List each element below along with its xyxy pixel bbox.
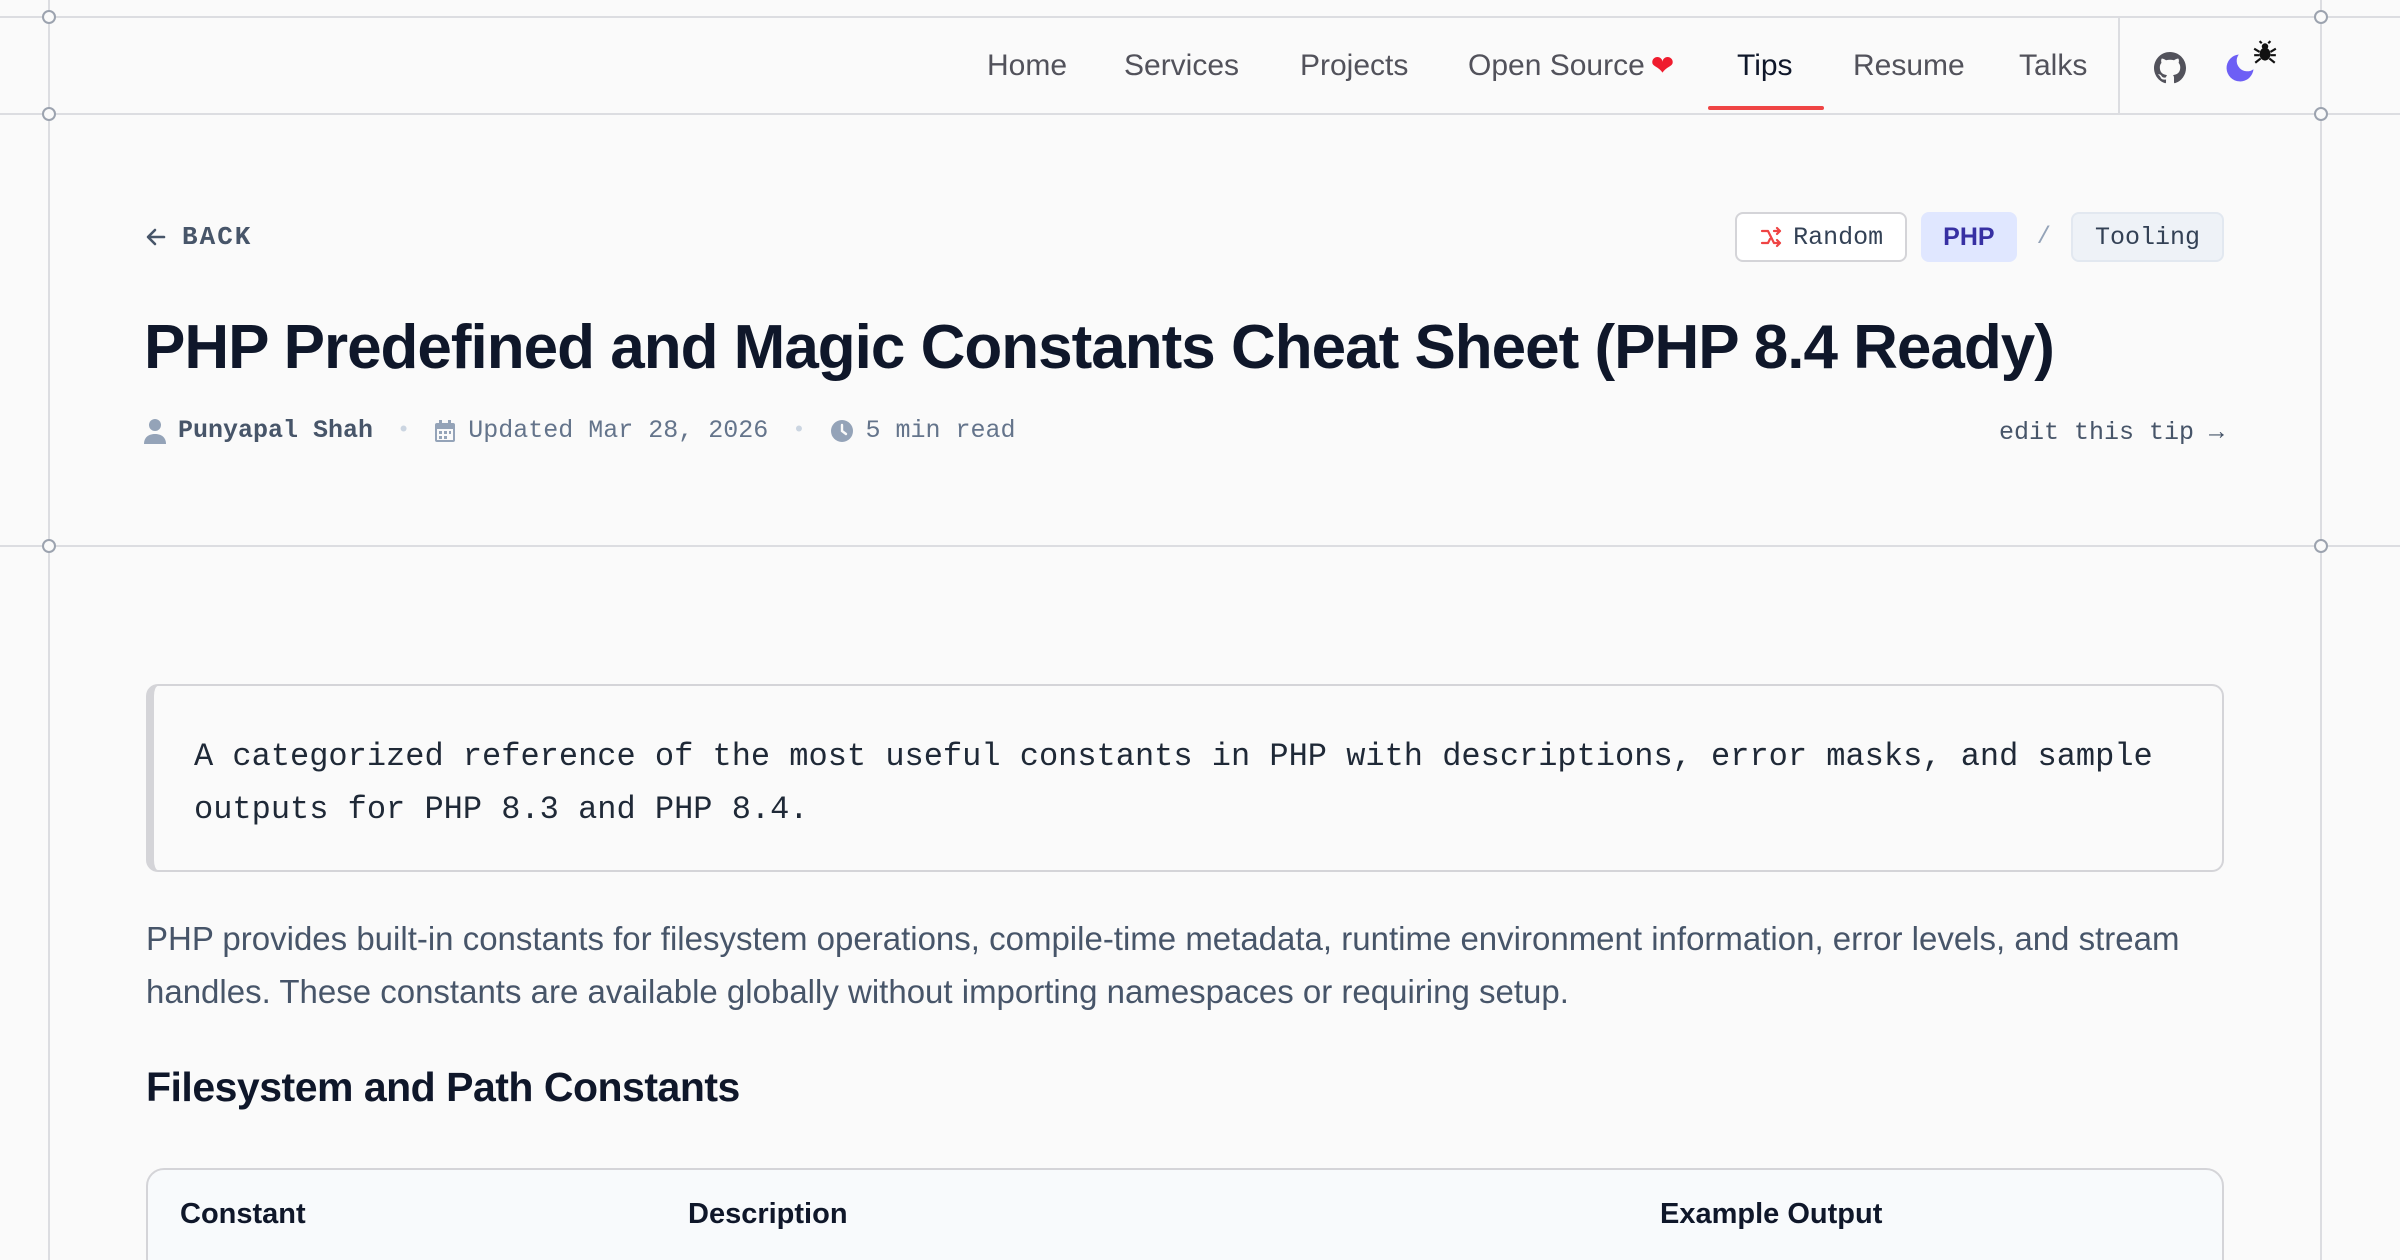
updated-date: Updated Mar 28, 2026 — [468, 416, 769, 445]
nav-services[interactable]: Services — [1124, 18, 1239, 114]
bug-icon[interactable] — [2252, 40, 2278, 73]
page-title: PHP Predefined and Magic Constants Cheat… — [144, 313, 2055, 382]
frame-corner-dot — [2314, 539, 2328, 553]
top-navigation: Home Services Projects Open Source ❤ Tips… — [0, 18, 2400, 114]
frame-line-right — [2320, 0, 2322, 1260]
nav-talks[interactable]: Talks — [2019, 18, 2087, 114]
frame-corner-dot — [42, 539, 56, 553]
updated-meta: Updated Mar 28, 2026 — [434, 416, 768, 445]
read-time-meta: 5 min read — [830, 416, 1016, 445]
tag-php[interactable]: PHP — [1921, 212, 2017, 262]
back-link[interactable]: BACK — [144, 222, 252, 252]
heart-icon: ❤ — [1650, 50, 1675, 81]
nav-projects[interactable]: Projects — [1300, 18, 1408, 114]
user-icon — [144, 418, 166, 444]
meta-bullet: • — [397, 418, 411, 443]
summary-callout: A categorized reference of the most usef… — [146, 684, 2224, 872]
nav-tips[interactable]: Tips — [1737, 18, 1793, 114]
clock-icon — [830, 419, 853, 442]
read-time: 5 min read — [865, 416, 1016, 445]
github-icon[interactable] — [2150, 48, 2190, 88]
article-meta: Punyapal Shah • Updated Mar 28, 2026 • 5… — [144, 416, 1016, 445]
nav-divider — [2118, 18, 2120, 114]
edit-tip-link[interactable]: edit this tip → — [1999, 418, 2224, 447]
shuffle-icon — [1761, 226, 1782, 248]
tag-separator: / — [2036, 223, 2051, 251]
section-heading: Filesystem and Path Constants — [146, 1064, 740, 1110]
author-name: Punyapal Shah — [178, 416, 374, 445]
nav-active-indicator — [1708, 106, 1824, 110]
tag-tooling[interactable]: Tooling — [2070, 212, 2224, 262]
arrow-left-icon — [146, 228, 166, 246]
table-header-example-output: Example Output — [1660, 1198, 1883, 1230]
random-label: Random — [1793, 222, 1884, 252]
table-header-constant: Constant — [180, 1198, 306, 1230]
frame-line-left — [48, 0, 50, 1260]
nav-home[interactable]: Home — [987, 18, 1067, 114]
back-label: BACK — [182, 222, 253, 252]
tag-row: Random PHP / Tooling — [1735, 212, 2224, 262]
meta-bullet: • — [792, 418, 806, 443]
table-header-description: Description — [688, 1198, 848, 1230]
frame-line-header — [0, 545, 2400, 547]
author-meta: Punyapal Shah — [144, 416, 373, 445]
random-button[interactable]: Random — [1735, 212, 1908, 262]
nav-resume[interactable]: Resume — [1853, 18, 1965, 114]
nav-open-source[interactable]: Open Source ❤ — [1468, 18, 1674, 114]
nav-open-source-label: Open Source — [1468, 49, 1645, 82]
intro-paragraph: PHP provides built-in constants for file… — [146, 920, 2180, 1010]
constants-table: Constant Description Example Output — [146, 1168, 2224, 1260]
calendar-icon — [435, 419, 456, 442]
